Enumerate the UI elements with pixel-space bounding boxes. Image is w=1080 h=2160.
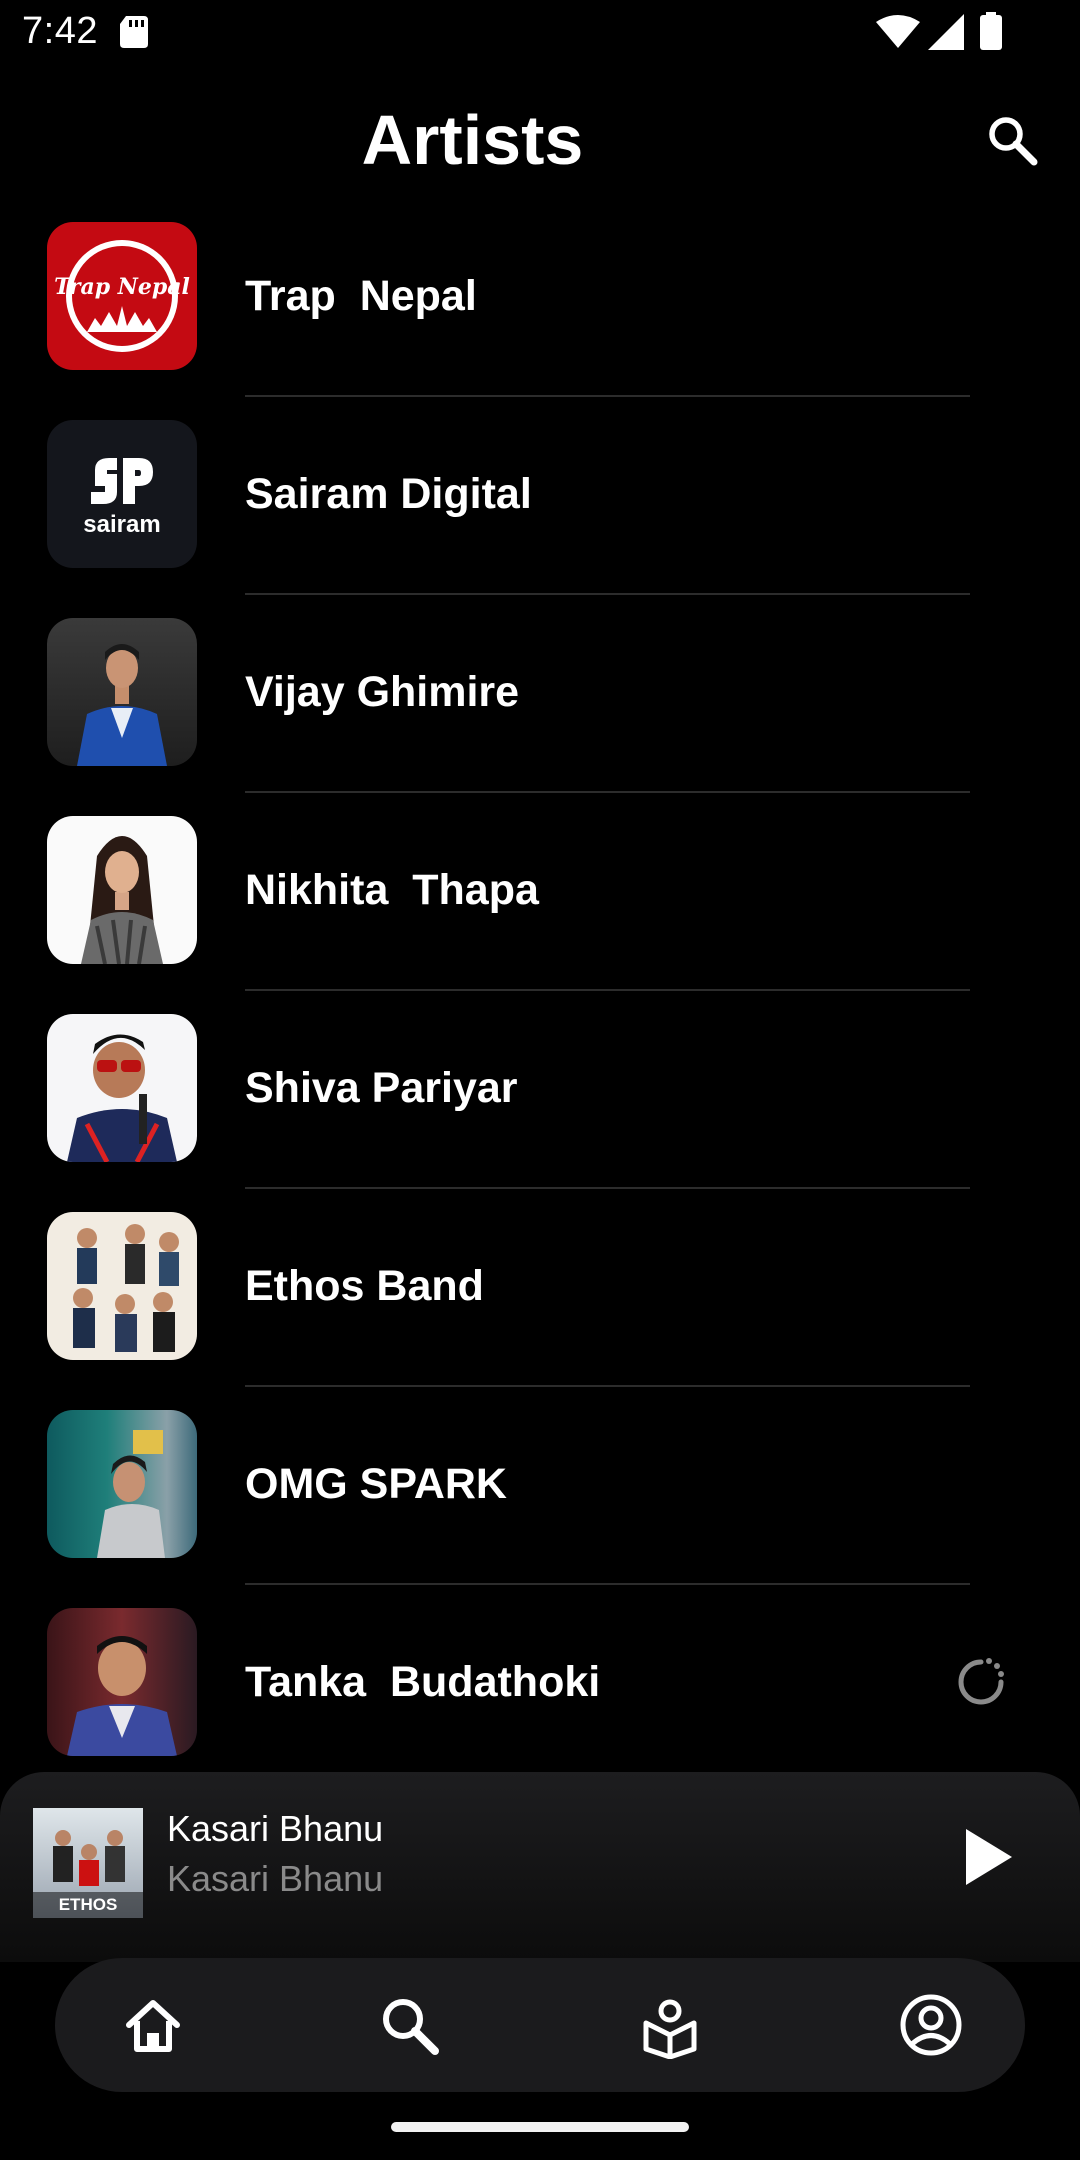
svg-text:ETHOS: ETHOS xyxy=(59,1895,118,1914)
artist-name: Ethos Band xyxy=(245,1262,484,1310)
library-icon[interactable] xyxy=(636,1991,704,2059)
artist-thumbnail: Trap Nepal xyxy=(47,222,197,370)
artist-name: Trap Nepal xyxy=(245,272,477,320)
artist-row-trap-nepal[interactable]: Trap Nepal Trap Nepal xyxy=(0,222,1080,420)
artist-name: Tanka Budathoki xyxy=(245,1658,601,1706)
artist-list: Trap Nepal Trap Nepal sairam Sairam Digi… xyxy=(0,222,1080,1806)
signal-icon xyxy=(928,14,964,50)
artist-thumbnail: sairam xyxy=(47,420,197,568)
artist-name: Sairam Digital xyxy=(245,470,532,518)
artist-row-sairam-digital[interactable]: sairam Sairam Digital xyxy=(0,420,1080,618)
artist-row-ethos-band[interactable]: Ethos Band xyxy=(0,1212,1080,1410)
artist-row-nikhita-thapa[interactable]: Nikhita Thapa xyxy=(0,816,1080,1014)
artist-name: Vijay Ghimire xyxy=(245,668,520,716)
wifi-icon xyxy=(876,15,920,48)
artist-photo xyxy=(77,644,167,766)
artist-photo xyxy=(67,1034,177,1162)
row-divider xyxy=(245,1583,970,1585)
row-divider xyxy=(245,593,970,595)
mini-player-title: Kasari Bhanu xyxy=(167,1808,384,1849)
profile-icon[interactable] xyxy=(897,1991,965,2059)
trap-nepal-logo: Trap Nepal xyxy=(54,240,190,352)
mini-player-artwork: ETHOS xyxy=(33,1808,143,1918)
row-divider xyxy=(245,1385,970,1387)
bottom-navigation xyxy=(55,1958,1025,2092)
artist-name: OMG SPARK xyxy=(245,1460,507,1508)
home-indicator[interactable] xyxy=(391,2122,689,2132)
artist-thumbnail xyxy=(47,618,197,766)
artist-row-vijay-ghimire[interactable]: Vijay Ghimire xyxy=(0,618,1080,816)
sd-card-icon xyxy=(120,16,148,48)
status-bar: 7:42 xyxy=(0,0,1080,64)
artist-name: Shiva Pariyar xyxy=(245,1064,518,1112)
row-divider xyxy=(245,1187,970,1189)
row-divider xyxy=(245,989,970,991)
play-icon[interactable] xyxy=(962,1827,1014,1887)
svg-text:sairam: sairam xyxy=(83,511,160,538)
artist-thumbnail xyxy=(47,1410,197,1558)
artist-thumbnail xyxy=(47,1014,197,1162)
mini-player-artist: Kasari Bhanu xyxy=(167,1858,384,1899)
mini-player[interactable]: ETHOS Kasari Bhanu Kasari Bhanu xyxy=(0,1772,1080,1962)
sairam-logo: sairam xyxy=(83,458,161,538)
page-title: Artists xyxy=(361,101,584,179)
artist-photo xyxy=(73,1224,179,1352)
artist-row-shiva-pariyar[interactable]: Shiva Pariyar xyxy=(0,1014,1080,1212)
battery-icon xyxy=(980,12,1002,50)
status-time: 7:42 xyxy=(22,10,98,52)
artist-photo xyxy=(81,836,163,964)
artist-row-omg-spark[interactable]: OMG SPARK xyxy=(0,1410,1080,1608)
home-icon[interactable] xyxy=(119,1991,187,2059)
row-divider xyxy=(245,791,970,793)
artist-thumbnail xyxy=(47,816,197,964)
artist-name: Nikhita Thapa xyxy=(245,866,539,914)
app-screen: 7:42 Artists Trap Nepal Trap Nepal saira… xyxy=(0,0,1080,2160)
loading-spinner-icon xyxy=(958,1658,1004,1705)
artist-thumbnail xyxy=(47,1212,197,1360)
search-icon[interactable] xyxy=(375,1991,443,2059)
artist-thumbnail xyxy=(47,1608,197,1756)
svg-text:Trap Nepal: Trap Nepal xyxy=(54,274,190,300)
search-icon[interactable] xyxy=(985,113,1041,169)
row-divider xyxy=(245,395,970,397)
artist-photo xyxy=(97,1430,165,1558)
artist-photo xyxy=(67,1636,177,1756)
